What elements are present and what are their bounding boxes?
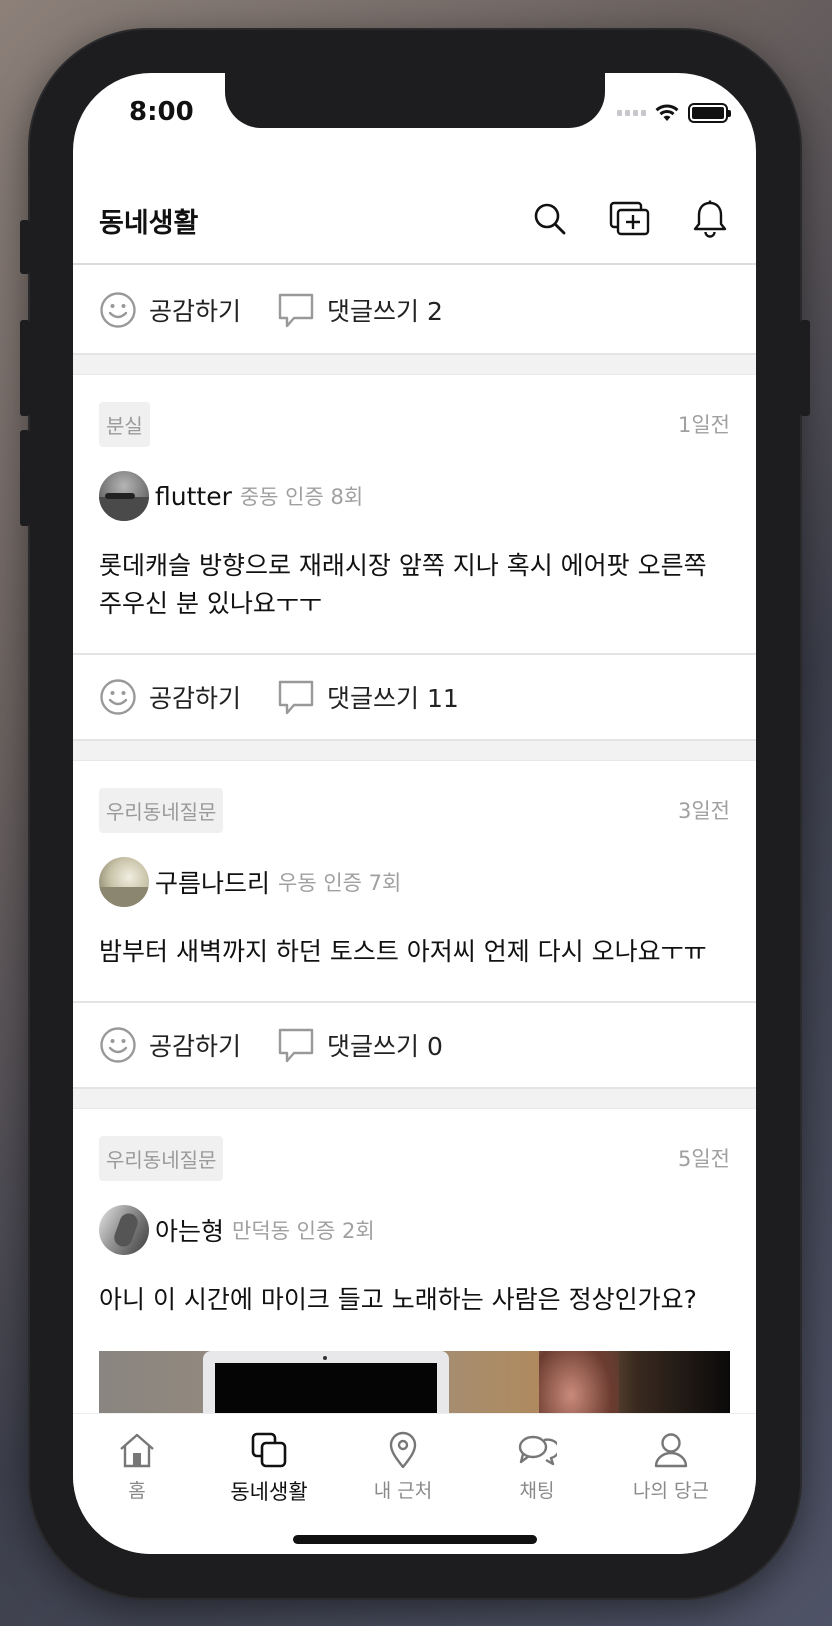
comment-icon	[278, 293, 314, 328]
avatar[interactable]	[99, 857, 149, 907]
notifications-button[interactable]	[686, 195, 734, 243]
like-button[interactable]: 공감하기	[99, 1026, 241, 1064]
power-button	[800, 320, 810, 416]
status-indicators	[617, 103, 731, 123]
community-icon	[251, 1432, 287, 1468]
bell-icon	[693, 200, 727, 238]
page-title: 동네생활	[99, 208, 199, 239]
home-icon	[120, 1433, 154, 1468]
author-name: 아는형	[155, 1217, 225, 1246]
tab-community[interactable]: 동네생활	[219, 1428, 319, 1506]
avatar[interactable]	[99, 1205, 149, 1255]
smile-icon	[100, 1027, 136, 1063]
section-divider	[73, 355, 756, 375]
comment-icon	[278, 680, 314, 715]
tab-label: 동네생활	[230, 1480, 308, 1504]
add-post-icon	[609, 201, 650, 236]
tab-label: 내 근처	[373, 1480, 433, 1502]
like-label: 공감하기	[149, 1032, 242, 1061]
post-body: 롯데캐슬 방향으로 재래시장 앞쪽 지나 혹시 에어팟 오른쪽 주우신 분 있나…	[99, 551, 707, 618]
post-actions: 공감하기 댓글쓰기 11	[73, 653, 756, 741]
author-row: 아는형 만덕동 인증 2회	[99, 1205, 730, 1255]
location-pin-icon	[389, 1431, 417, 1469]
cellular-signal-icon	[617, 110, 646, 116]
like-button[interactable]: 공감하기	[99, 678, 241, 716]
notch	[225, 73, 605, 128]
post-time: 1일전	[677, 413, 730, 437]
tab-profile[interactable]: 나의 당근	[621, 1428, 721, 1503]
search-button[interactable]	[526, 195, 574, 243]
tab-label: 나의 당근	[633, 1480, 709, 1502]
section-divider	[73, 1089, 756, 1109]
like-label: 공감하기	[149, 684, 242, 713]
avatar[interactable]	[99, 471, 149, 521]
tab-label: 채팅	[519, 1480, 555, 1502]
tab-chat[interactable]: 채팅	[487, 1428, 587, 1503]
author-verification: 만덕동 인증 2회	[232, 1219, 375, 1243]
category-tag: 우리동네질문	[99, 1135, 224, 1181]
author-name: 구름나드리	[155, 869, 271, 898]
tab-home[interactable]: 홈	[87, 1428, 187, 1503]
post-actions: 공감하기 댓글쓰기 2	[73, 267, 756, 355]
battery-icon	[688, 103, 731, 123]
section-divider	[73, 741, 756, 761]
volume-down-button	[20, 430, 30, 526]
post-time: 3일전	[677, 799, 730, 823]
smile-icon	[100, 679, 136, 715]
tab-nearby[interactable]: 내 근처	[353, 1428, 453, 1503]
post-body: 밤부터 새벽까지 하던 토스트 아저씨 언제 다시 오나요ㅜㅠ	[99, 937, 707, 966]
post-card[interactable]: 우리동네질문 5일전 아는형 만덕동 인증 2회 아니 이 시간에 마이크 들고…	[73, 1109, 756, 1435]
comment-button[interactable]: 댓글쓰기 11	[277, 678, 459, 716]
volume-up-button	[20, 320, 30, 416]
comment-button[interactable]: 댓글쓰기 2	[277, 291, 443, 329]
post-body: 아니 이 시간에 마이크 들고 노래하는 사람은 정상인가요?	[99, 1285, 697, 1314]
author-row: 구름나드리 우동 인증 7회	[99, 857, 730, 907]
category-tag: 분실	[99, 401, 150, 447]
person-icon	[654, 1433, 688, 1468]
category-tag: 우리동네질문	[99, 787, 224, 833]
comment-label: 댓글쓰기 11	[327, 684, 459, 713]
post-time: 5일전	[677, 1147, 730, 1171]
screen: 8:00 동네생활 공감하기 댓글쓰기 2 분실 1일전 flutter 중동 …	[73, 73, 756, 1554]
comment-button[interactable]: 댓글쓰기 0	[277, 1026, 443, 1064]
status-time: 8:00	[129, 97, 194, 127]
wifi-icon	[655, 104, 679, 121]
bottom-tab-bar: 홈 동네생활 내 근처 채팅 나의 당근	[73, 1413, 756, 1554]
app-bar: 동네생활	[73, 173, 756, 265]
feed[interactable]: 공감하기 댓글쓰기 2 분실 1일전 flutter 중동 인증 8회 롯데캐슬…	[73, 267, 756, 1435]
author-row: flutter 중동 인증 8회	[99, 471, 730, 521]
chat-icon	[518, 1435, 557, 1466]
author-verification: 우동 인증 7회	[278, 871, 402, 895]
app-bar-actions	[526, 195, 734, 243]
mute-switch	[20, 220, 30, 274]
post-actions: 공감하기 댓글쓰기 0	[73, 1001, 756, 1089]
tab-label: 홈	[128, 1480, 146, 1502]
comment-label: 댓글쓰기 2	[327, 297, 443, 326]
comment-icon	[278, 1028, 314, 1063]
post-card[interactable]: 우리동네질문 3일전 구름나드리 우동 인증 7회 밤부터 새벽까지 하던 토스…	[73, 761, 756, 1001]
author-name: flutter	[155, 481, 232, 511]
post-card[interactable]: 분실 1일전 flutter 중동 인증 8회 롯데캐슬 방향으로 재래시장 앞…	[73, 375, 756, 653]
smile-icon	[100, 292, 136, 328]
author-verification: 중동 인증 8회	[239, 485, 364, 509]
new-post-button[interactable]	[606, 195, 654, 243]
home-indicator[interactable]	[293, 1535, 537, 1544]
like-label: 공감하기	[149, 297, 242, 326]
comment-label: 댓글쓰기 0	[327, 1032, 443, 1061]
like-button[interactable]: 공감하기	[99, 291, 241, 329]
search-icon	[534, 203, 566, 235]
